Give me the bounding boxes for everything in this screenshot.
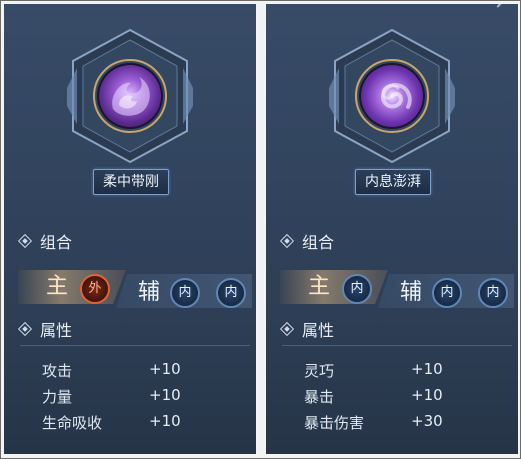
skill-panel-left: 柔中带刚 组合 主 外 辅 内 内 属性 攻击 +10 力量 +10 生命吸收 …: [4, 4, 256, 454]
main-label: 主: [308, 274, 331, 299]
attr-value: +10: [411, 360, 443, 378]
combo-title-text: 组合: [40, 233, 73, 252]
diamond-bullet-icon: [17, 321, 33, 337]
attr-section-title: 属性: [17, 320, 73, 342]
skill-emblem: 内息澎湃: [329, 28, 455, 195]
aux-label: 辅: [400, 280, 423, 305]
panel-divider: [258, 4, 264, 454]
attr-title-text: 属性: [40, 321, 73, 340]
main-label: 主: [46, 274, 69, 299]
diamond-bullet-icon: [279, 321, 295, 337]
attr-name: 暴击伤害: [304, 414, 365, 432]
section-divider: [282, 345, 512, 346]
combo-row: 主 内 辅 内 内: [280, 268, 514, 308]
attr-value: +10: [149, 360, 181, 378]
attr-name: 灵巧: [304, 362, 335, 380]
attr-name: 力量: [42, 388, 73, 406]
attr-title-text: 属性: [302, 321, 335, 340]
combo-section-title: 组合: [17, 232, 73, 254]
aux-slot-tag-2[interactable]: 内: [216, 278, 246, 308]
combo-section-title: 组合: [279, 232, 335, 254]
combo-row: 主 外 辅 内 内: [18, 268, 252, 308]
attr-value: +10: [149, 412, 181, 430]
attr-section-title: 属性: [279, 320, 335, 342]
aux-slot-tag-1[interactable]: 内: [170, 278, 200, 308]
attr-value: +10: [411, 386, 443, 404]
corner-ornament-icon: [496, 4, 518, 21]
combo-title-text: 组合: [302, 233, 335, 252]
skill-panel-right: 内息澎湃 组合 主 内 辅 内 内 属性 灵巧 +10 暴击 +10 暴击伤害 …: [266, 4, 518, 454]
attr-value: +10: [149, 386, 181, 404]
attr-name: 暴击: [304, 388, 335, 406]
main-slot-tag[interactable]: 外: [80, 274, 110, 304]
aux-label: 辅: [138, 280, 161, 305]
attr-value: +30: [411, 412, 443, 430]
section-divider: [20, 345, 250, 346]
aux-slot-tag-1[interactable]: 内: [432, 278, 462, 308]
purple-flame-swirl-icon: [99, 65, 161, 127]
skill-name-plate: 内息澎湃: [355, 169, 431, 195]
aux-slot-tag-2[interactable]: 内: [478, 278, 508, 308]
purple-vortex-icon: [361, 65, 423, 127]
attr-name: 生命吸收: [42, 414, 103, 432]
skill-emblem: 柔中带刚: [67, 28, 193, 195]
diamond-bullet-icon: [279, 233, 295, 249]
main-slot-tag[interactable]: 内: [342, 274, 372, 304]
skill-name-plate: 柔中带刚: [93, 169, 169, 195]
diamond-bullet-icon: [17, 233, 33, 249]
attr-name: 攻击: [42, 362, 73, 380]
